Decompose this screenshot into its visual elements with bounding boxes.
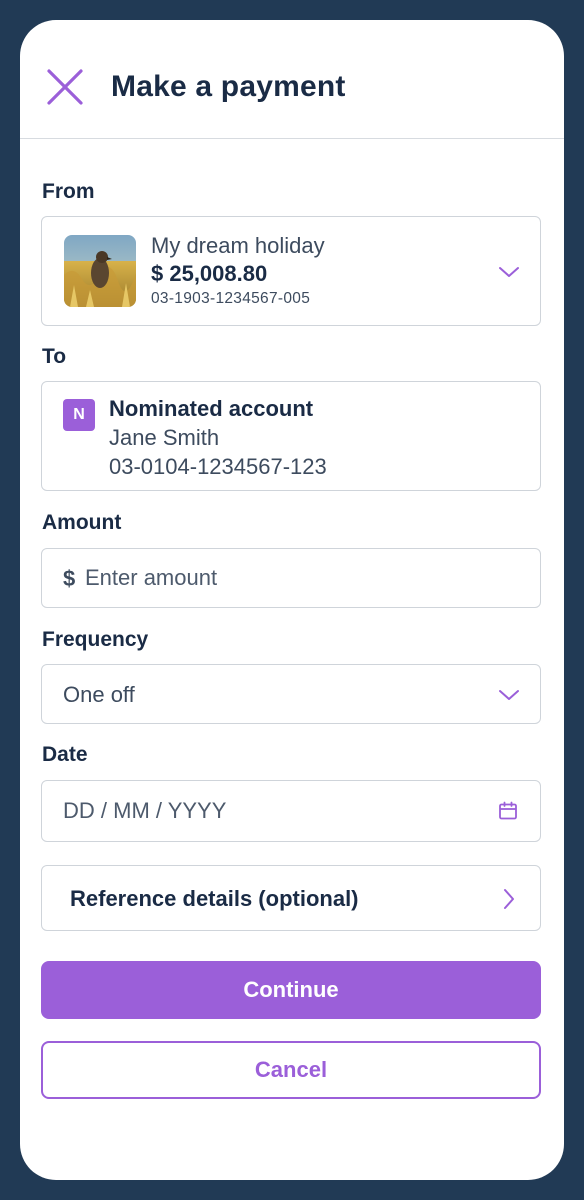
to-account-number: 03-0104-1234567-123 bbox=[109, 454, 327, 479]
currency-symbol: $ bbox=[63, 566, 76, 591]
frequency-label: Frequency bbox=[42, 628, 149, 651]
account-thumbnail bbox=[64, 235, 136, 307]
phone-screen: Make a payment From My dream holiday $ 2… bbox=[20, 20, 564, 1180]
amount-field[interactable]: $ bbox=[41, 548, 541, 608]
to-payee-name: Jane Smith bbox=[109, 425, 220, 450]
to-account-card: N Nominated account Jane Smith 03-0104-1… bbox=[41, 381, 541, 491]
from-account-balance: $ 25,008.80 bbox=[151, 261, 268, 286]
header: Make a payment bbox=[20, 20, 564, 139]
cancel-button[interactable]: Cancel bbox=[41, 1041, 541, 1099]
amount-label: Amount bbox=[42, 511, 122, 534]
reference-details-row[interactable]: Reference details (optional) bbox=[41, 865, 541, 931]
chevron-down-icon bbox=[499, 690, 519, 700]
from-account-select[interactable]: My dream holiday $ 25,008.80 03-1903-123… bbox=[41, 216, 541, 326]
nominated-badge: N bbox=[63, 399, 95, 431]
to-account-type: Nominated account bbox=[109, 396, 314, 421]
close-button[interactable] bbox=[46, 68, 84, 106]
frequency-select[interactable]: One off bbox=[41, 664, 541, 724]
amount-input[interactable] bbox=[85, 557, 505, 599]
from-account-name: My dream holiday bbox=[151, 233, 325, 258]
close-icon bbox=[47, 69, 83, 105]
calendar-icon[interactable] bbox=[498, 801, 518, 821]
date-input[interactable] bbox=[63, 790, 463, 832]
continue-button[interactable]: Continue bbox=[41, 961, 541, 1019]
from-label: From bbox=[42, 180, 95, 203]
date-label: Date bbox=[42, 743, 88, 766]
page-title: Make a payment bbox=[111, 70, 346, 103]
from-account-number: 03-1903-1234567-005 bbox=[151, 290, 311, 307]
to-label: To bbox=[42, 345, 67, 368]
reference-details-label: Reference details (optional) bbox=[70, 886, 359, 911]
date-field[interactable] bbox=[41, 780, 541, 842]
chevron-right-icon bbox=[504, 889, 514, 909]
frequency-value: One off bbox=[63, 682, 135, 707]
chevron-down-icon bbox=[499, 267, 519, 277]
